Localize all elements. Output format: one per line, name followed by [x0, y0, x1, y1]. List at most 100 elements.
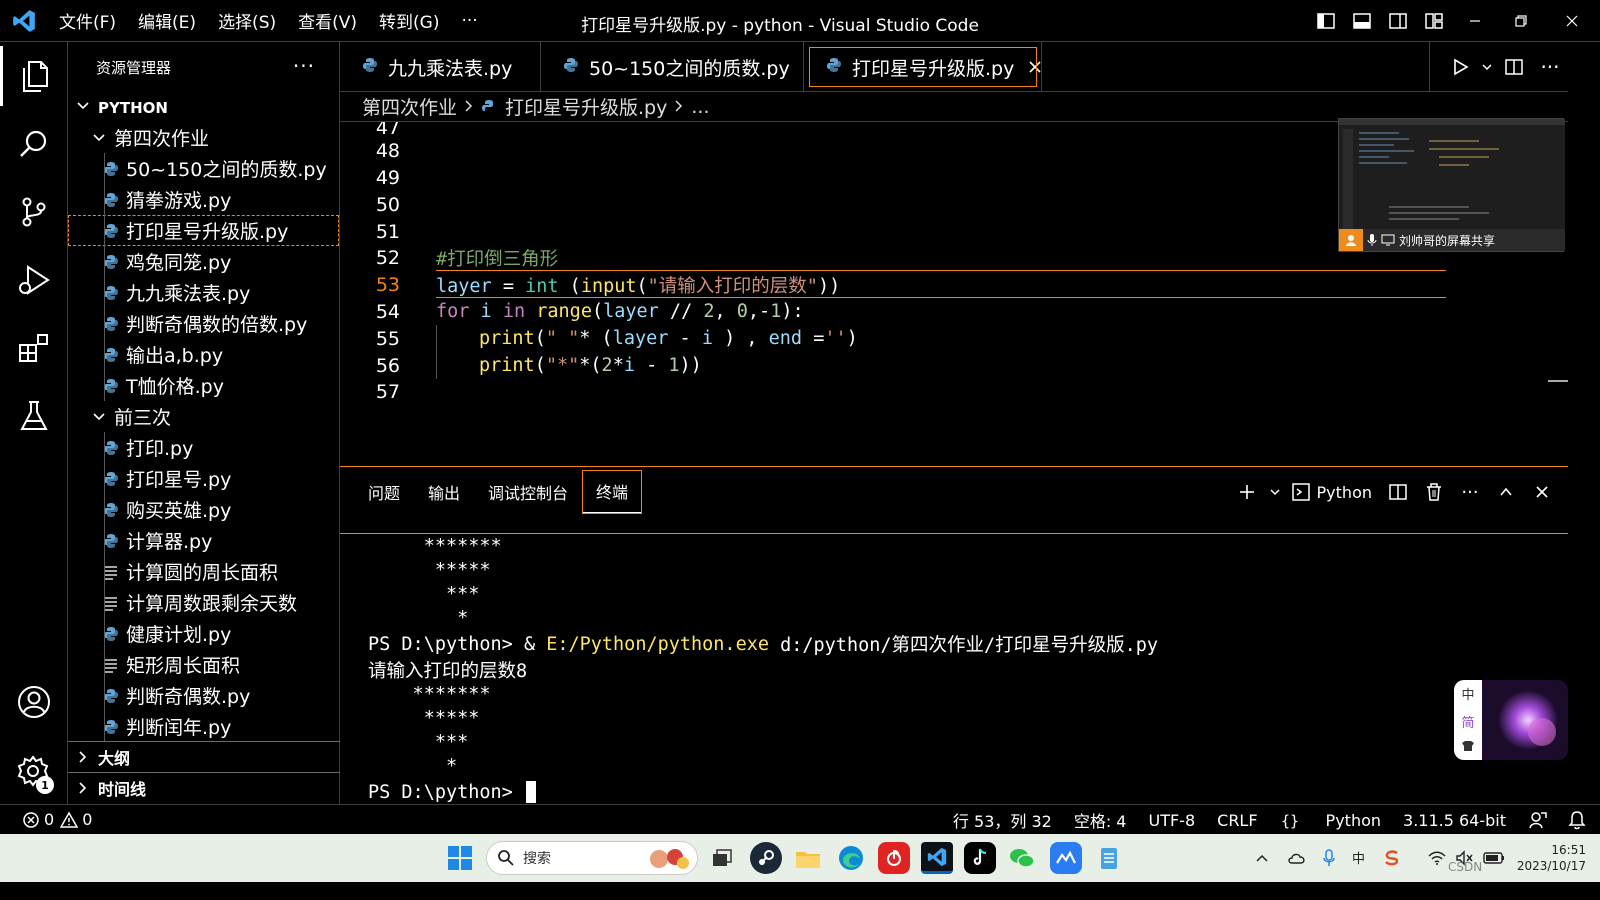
tab-terminal[interactable]: 终端 [582, 470, 643, 514]
end-of-line[interactable]: CRLF [1217, 811, 1257, 830]
run-debug-icon[interactable] [0, 250, 68, 310]
microphone-icon[interactable] [1323, 849, 1335, 867]
search-icon[interactable] [0, 114, 68, 174]
clock[interactable]: 16:51 2023/10/17 [1517, 842, 1586, 874]
file-item[interactable]: 打印星号.py [68, 463, 339, 494]
file-item[interactable]: 计算圆的周长面积 [68, 556, 339, 587]
indentation[interactable]: 空格: 4 [1074, 808, 1127, 832]
workspace-root[interactable]: PYTHON [68, 94, 339, 122]
breadcrumb-folder[interactable]: 第四次作业 [362, 93, 457, 120]
file-item[interactable]: 输出a,b.py [68, 339, 339, 370]
minimize-icon[interactable] [1452, 0, 1498, 42]
show-hidden-icons-chevron-up-icon[interactable] [1255, 851, 1269, 865]
outline-section[interactable]: 大纲 [68, 741, 340, 772]
toggle-panel-icon[interactable] [1344, 0, 1380, 42]
shirt-icon[interactable] [1461, 740, 1475, 756]
menu-selection[interactable]: 选择(S) [207, 8, 287, 33]
new-terminal-icon[interactable] [1229, 472, 1265, 512]
file-item[interactable]: 判断奇偶数.py [68, 680, 339, 711]
folder-fourth-assignment[interactable]: 第四次作业 [68, 122, 339, 153]
feedback-icon[interactable] [1528, 810, 1548, 830]
split-terminal-icon[interactable] [1380, 472, 1416, 512]
language-mode[interactable]: {} Python [1280, 811, 1381, 830]
restore-icon[interactable] [1498, 0, 1544, 42]
scrollbar-thumb[interactable] [1548, 380, 1568, 382]
terminal-dropdown-icon[interactable] [1265, 472, 1285, 512]
terminal-name[interactable]: Python [1317, 483, 1372, 502]
tab-multiplication-table[interactable]: 九九乘法表.py [340, 42, 541, 92]
vscode-logo-icon[interactable] [0, 0, 48, 42]
manage-gear-icon[interactable]: 1 [0, 742, 68, 802]
notifications-bell-icon[interactable] [1568, 810, 1586, 830]
extensions-icon[interactable] [0, 318, 68, 378]
close-window-icon[interactable] [1544, 0, 1600, 42]
vscode-taskbar-icon[interactable] [921, 842, 953, 874]
breadcrumb-symbol[interactable]: ... [691, 96, 709, 118]
toggle-sidebar-icon[interactable] [1308, 0, 1344, 42]
cloud-icon[interactable] [1287, 851, 1307, 865]
panel-more-icon[interactable]: ··· [1452, 472, 1488, 512]
folder-first-three[interactable]: 前三次 [68, 401, 339, 432]
tab-primes[interactable]: 50~150之间的质数.py [541, 42, 804, 92]
cursor-position[interactable]: 行 53，列 32 [953, 808, 1052, 832]
tab-output[interactable]: 输出 [414, 470, 474, 514]
editor-more-icon[interactable]: ··· [1532, 47, 1568, 87]
notepad-icon[interactable] [1093, 842, 1125, 874]
file-item[interactable]: 判断奇偶数的倍数.py [68, 308, 339, 339]
terminal-output[interactable]: ******* ***** *** * PS D:\python> & E:/P… [340, 533, 1568, 805]
file-item[interactable]: 打印.py [68, 432, 339, 463]
explorer-icon[interactable] [0, 46, 68, 106]
taskbar-search[interactable]: 搜索 [486, 841, 698, 875]
file-item[interactable]: 判断闰年.py [68, 711, 339, 742]
toggle-secondary-sidebar-icon[interactable] [1380, 0, 1416, 42]
tiktok-icon[interactable] [964, 842, 996, 874]
battery-icon[interactable] [1483, 851, 1505, 865]
tab-problems[interactable]: 问题 [354, 470, 414, 514]
python-interpreter[interactable]: 3.11.5 64-bit [1403, 811, 1506, 830]
tab-print-stars-upgraded[interactable]: 打印星号升级版.py [804, 42, 1042, 92]
close-tab-icon[interactable] [1028, 55, 1042, 79]
timeline-section[interactable]: 时间线 [68, 772, 340, 803]
task-view-icon[interactable] [706, 842, 738, 874]
microphone-icon[interactable] [1367, 233, 1377, 247]
file-item[interactable]: 50~150之间的质数.py [68, 153, 339, 184]
meeting-app-icon[interactable] [1050, 842, 1082, 874]
file-item[interactable]: 购买英雄.py [68, 494, 339, 525]
kill-terminal-trash-icon[interactable] [1416, 472, 1452, 512]
file-item[interactable]: T恤价格.py [68, 370, 339, 401]
file-item[interactable]: 猜拳游戏.py [68, 184, 339, 215]
menu-edit[interactable]: 编辑(E) [127, 8, 207, 33]
testing-icon[interactable] [0, 386, 68, 446]
file-item[interactable]: 计算器.py [68, 525, 339, 556]
file-item[interactable]: 打印星号升级版.py [68, 215, 339, 246]
menu-view[interactable]: 查看(V) [287, 8, 368, 33]
menu-file[interactable]: 文件(F) [48, 8, 127, 33]
wifi-icon[interactable] [1427, 850, 1447, 866]
steam-icon[interactable] [750, 842, 782, 874]
ime-floating-widget[interactable]: 中 简 [1454, 680, 1568, 760]
source-control-icon[interactable] [0, 182, 68, 242]
run-dropdown-icon[interactable] [1478, 47, 1496, 87]
menu-more[interactable]: ··· [450, 11, 488, 31]
problems-status[interactable]: 0 0 [22, 810, 92, 829]
menu-go[interactable]: 转到(G) [368, 8, 450, 33]
maximize-panel-chevron-up-icon[interactable] [1488, 472, 1524, 512]
account-icon[interactable] [0, 672, 68, 732]
ime-charset-label[interactable]: 简 [1461, 712, 1474, 731]
file-explorer-icon[interactable] [792, 842, 824, 874]
close-panel-icon[interactable] [1524, 472, 1560, 512]
run-python-file-icon[interactable] [1442, 47, 1478, 87]
file-item[interactable]: 矩形周长面积 [68, 649, 339, 680]
input-method-icon[interactable]: 中 [1351, 850, 1367, 866]
breadcrumb-file[interactable]: 打印星号升级版.py [505, 93, 667, 120]
explorer-more-icon[interactable]: ··· [293, 54, 315, 78]
screen-icon[interactable] [1381, 234, 1395, 246]
windows-start-icon[interactable] [444, 842, 476, 874]
file-item[interactable]: 健康计划.py [68, 618, 339, 649]
wechat-icon[interactable] [1006, 842, 1038, 874]
customize-layout-icon[interactable] [1416, 0, 1452, 42]
screen-share-preview[interactable]: 刘帅哥的屏幕共享 [1338, 118, 1565, 252]
sogou-input-icon[interactable] [1383, 849, 1401, 867]
split-editor-icon[interactable] [1496, 47, 1532, 87]
file-item[interactable]: 计算周数跟剩余天数 [68, 587, 339, 618]
